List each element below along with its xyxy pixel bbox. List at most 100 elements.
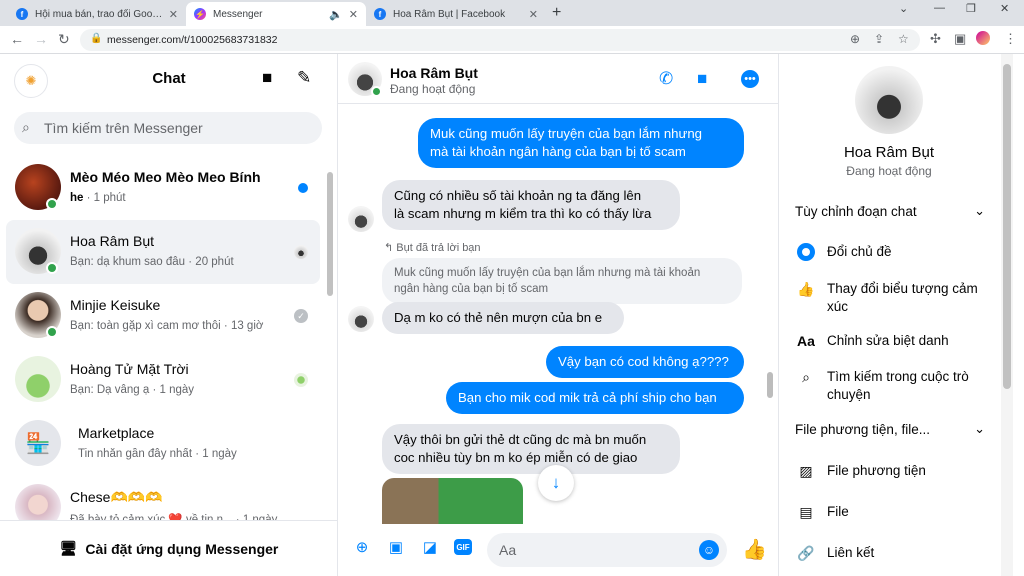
browser-tab[interactable]: f Hoa Râm Bụt | Facebook ✕ <box>366 2 546 26</box>
close-tab-icon[interactable]: ✕ <box>349 8 358 21</box>
marketplace-icon: 🏪 <box>15 420 61 466</box>
profile-avatar[interactable] <box>976 31 990 45</box>
facebook-icon: f <box>16 8 28 20</box>
edit-nickname-item[interactable]: Aa Chỉnh sửa biệt danh <box>795 330 995 352</box>
more-info-icon[interactable]: ••• <box>741 70 759 88</box>
contact-name[interactable]: Hoa Râm Bụt <box>390 65 478 81</box>
media-icon: ▨ <box>799 463 813 479</box>
restore-icon[interactable]: ❐ <box>966 2 976 15</box>
new-tab-icon[interactable]: + <box>552 4 561 22</box>
star-icon[interactable]: ☆ <box>898 32 909 46</box>
media-item[interactable]: ▨ File phương tiện <box>795 460 995 482</box>
reload-icon[interactable]: ↻ <box>58 31 70 48</box>
chat-sidebar: ✺ Chat ■ ✎ ⌕ Mèo Méo Meo Mèo Meo Bính he… <box>0 54 338 576</box>
conversation-item-marketplace[interactable]: 🏪 Marketplace Tin nhắn gần đây nhất · 1 … <box>6 412 320 476</box>
chat-panel: Hoa Râm Bụt Đang hoạt động ✆ ■ ••• Muk c… <box>338 54 778 576</box>
info-panel-scrollbar[interactable] <box>1001 54 1013 576</box>
extensions-icon[interactable]: ✣ <box>930 31 941 47</box>
avatar <box>15 356 61 402</box>
share-icon[interactable]: ⇪ <box>874 32 884 46</box>
search-input[interactable] <box>44 112 314 144</box>
messenger-icon: ⚡ <box>194 8 206 20</box>
change-emoji-item[interactable]: 👍 Thay đổi biểu tượng cảm xúc <box>795 278 995 318</box>
lock-icon[interactable]: 🔒 <box>90 33 102 44</box>
image-icon[interactable]: ▣ <box>387 538 405 556</box>
video-call-icon[interactable]: ■ <box>697 69 707 89</box>
browser-tab-strip: f Hội mua bán, trao đổi Goods Ani... ✕ ⚡… <box>0 0 1024 26</box>
media-files-section[interactable]: File phương tiện, file... ⌄ <box>795 421 985 437</box>
chevron-down-icon[interactable]: ⌄ <box>899 2 908 15</box>
plus-icon[interactable]: ⊕ <box>353 538 371 556</box>
chat-header: Hoa Râm Bụt Đang hoạt động ✆ ■ ••• <box>338 54 778 104</box>
compose-icon[interactable]: ✎ <box>297 68 311 88</box>
search-conversation-item[interactable]: ⌕ Tìm kiếm trong cuộc trò chuyện <box>795 366 995 406</box>
message-input[interactable] <box>499 533 689 567</box>
unread-indicator <box>298 183 308 193</box>
forward-icon[interactable]: → <box>34 31 48 47</box>
conversation-item[interactable]: Hoàng Tử Mặt Trời Bạn: Dạ vâng ạ · 1 ngà… <box>6 348 320 412</box>
scrollbar-thumb[interactable] <box>327 172 333 296</box>
preview-sender: he <box>70 192 84 204</box>
scrollbar-thumb[interactable] <box>767 372 773 398</box>
message-bubble-sent[interactable]: Vậy bạn có cod không ạ???? <box>546 346 744 378</box>
customize-chat-section[interactable]: Tùy chỉnh đoạn chat ⌄ <box>795 203 985 219</box>
sender-avatar <box>348 206 374 232</box>
thumbs-up-icon[interactable]: 👍 <box>742 537 767 562</box>
message-bubble-sent[interactable]: Bạn cho mik cod mik trả cả phí ship cho … <box>446 382 744 414</box>
quoted-message[interactable]: Muk cũng muốn lấy truyện của bạn lắm như… <box>382 258 742 304</box>
conversation-item-selected[interactable]: Hoa Râm Bụt Bạn: dạ khum sao đâu · 20 ph… <box>6 220 320 284</box>
browser-tab-active[interactable]: ⚡ Messenger 🔈 ✕ <box>186 2 366 26</box>
link-item[interactable]: 🔗 Liên kết <box>795 542 995 564</box>
emoji-icon[interactable]: ☺ <box>699 540 719 560</box>
search-box[interactable]: ⌕ <box>14 112 322 144</box>
close-tab-icon[interactable]: ✕ <box>169 8 178 21</box>
conversation-preview: Đã bày tỏ cảm xúc ❤️ về tin n... · 1 ngà… <box>70 514 278 520</box>
online-indicator <box>371 86 382 97</box>
conversation-info-panel: Hoa Râm Bụt Đang hoạt động Tùy chỉnh đoạ… <box>778 54 1024 576</box>
back-icon[interactable]: ← <box>10 31 24 47</box>
message-bubble-received[interactable]: Dạ m ko có thẻ nên mượn của bn e <box>382 302 624 334</box>
conversation-item[interactable]: Mèo Méo Meo Mèo Meo Bính he · 1 phút <box>6 156 320 220</box>
contact-status: Đang hoạt động <box>846 164 932 178</box>
change-theme-item[interactable]: Đổi chủ đề <box>795 241 995 263</box>
install-app-button[interactable]: 🖥 Cài đặt ứng dụng Messenger <box>0 520 338 576</box>
minimize-icon[interactable]: — <box>934 2 945 14</box>
online-indicator <box>46 326 58 338</box>
conversation-item[interactable]: Minjie Keisuke Bạn: toàn gặp xì cam mơ t… <box>6 284 320 348</box>
search-icon: ⌕ <box>802 369 810 385</box>
contact-avatar-large[interactable] <box>855 66 923 134</box>
message-box[interactable]: ☺ <box>487 533 727 567</box>
audio-icon[interactable]: 🔈 <box>329 8 343 21</box>
chevron-down-icon: ⌄ <box>974 421 985 436</box>
seen-avatar <box>294 245 308 259</box>
conversation-item[interactable]: Chese🫶🫶🫶 Đã bày tỏ cảm xúc ❤️ về tin n..… <box>6 476 320 520</box>
close-tab-icon[interactable]: ✕ <box>529 8 538 21</box>
gif-icon[interactable]: GIF <box>454 539 472 555</box>
link-icon: 🔗 <box>797 545 815 561</box>
file-item[interactable]: ▤ File <box>795 501 995 523</box>
sticker-icon[interactable]: ◪ <box>421 538 439 556</box>
phone-icon[interactable]: ✆ <box>659 69 673 89</box>
close-window-icon[interactable]: ✕ <box>1000 2 1009 15</box>
message-bubble-received[interactable]: Cũng có nhiều số tài khoản ng ta đăng lê… <box>382 180 680 230</box>
message-bubble-received[interactable]: Vậy thôi bn gửi thẻ dt cũng dc mà bn muố… <box>382 424 680 474</box>
sender-avatar <box>348 306 374 332</box>
scroll-to-bottom-button[interactable]: ↓ <box>538 465 574 501</box>
scrollbar-thumb[interactable] <box>1003 64 1011 389</box>
sidebar-scrollbar[interactable] <box>326 158 334 574</box>
conversation-preview: · 1 phút <box>83 192 126 204</box>
video-call-new-icon[interactable]: ■ <box>262 68 272 88</box>
chat-scrollbar[interactable] <box>764 104 776 524</box>
message-bubble-sent[interactable]: Muk cũng muốn lấy truyện của bạn lắm như… <box>418 118 744 168</box>
reply-label: ↰ Bụt đã trả lời bạn <box>384 242 481 254</box>
photo-attachment[interactable] <box>382 478 523 524</box>
sidepanel-icon[interactable]: ▣ <box>954 31 966 47</box>
browser-tab[interactable]: f Hội mua bán, trao đổi Goods Ani... ✕ <box>8 2 186 26</box>
conversation-name: Chese🫶🫶🫶 <box>70 489 163 505</box>
search-icon: ⌕ <box>22 119 30 135</box>
zoom-icon[interactable]: ⊕ <box>850 32 860 46</box>
conversation-preview: Tin nhắn gần đây nhất · 1 ngày <box>78 448 237 460</box>
install-app-label: Cài đặt ứng dụng Messenger <box>85 540 279 557</box>
menu-icon[interactable]: ⋮ <box>1004 31 1017 47</box>
address-bar[interactable]: 🔒 messenger.com/t/100025683731832 ⊕ ⇪ ☆ <box>80 29 920 51</box>
